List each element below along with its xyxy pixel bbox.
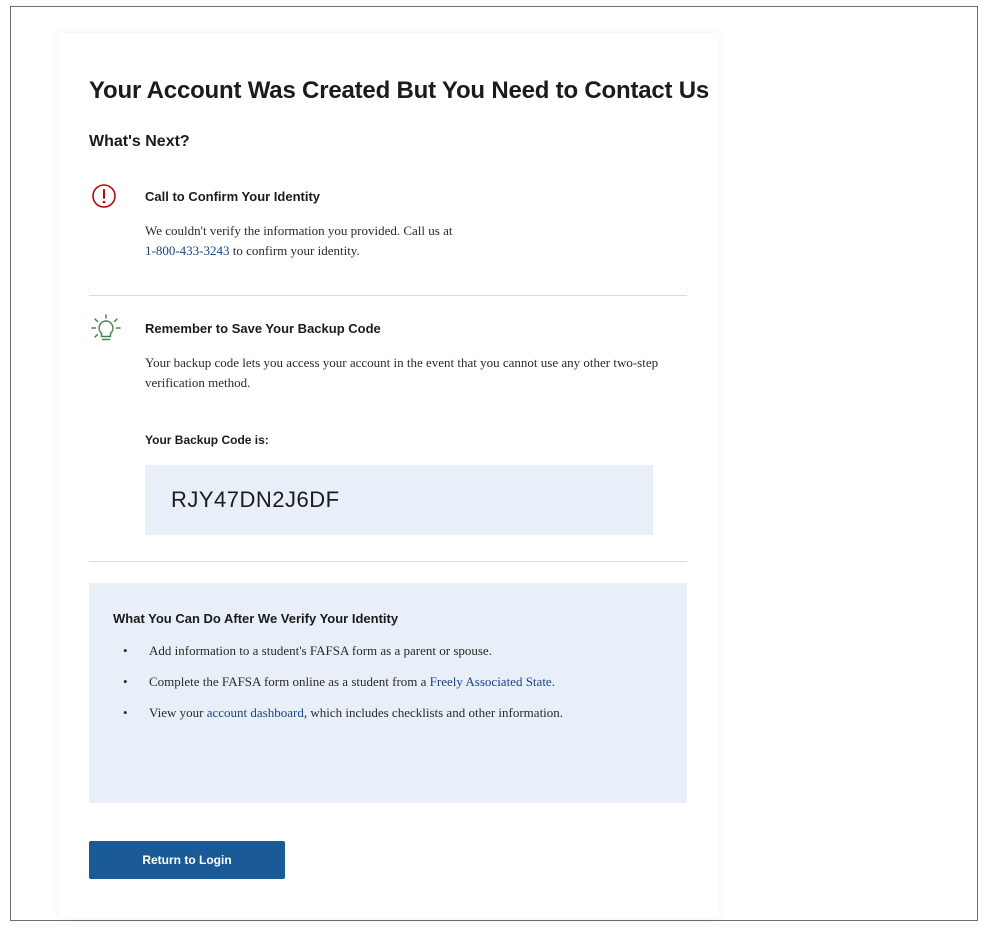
list-item: View your account dashboard, which inclu… [113, 704, 663, 722]
backup-code-heading: Remember to Save Your Backup Code [145, 321, 381, 336]
after-verify-title: What You Can Do After We Verify Your Ide… [113, 611, 399, 626]
list-item-text: . [551, 674, 555, 689]
alert-circle-icon [89, 181, 123, 211]
phone-link[interactable]: 1-800-433-3243 [145, 243, 230, 258]
page-title: Your Account Was Created But You Need to… [89, 77, 710, 104]
account-created-card: Your Account Was Created But You Need to… [59, 33, 719, 918]
list-item-text: Add information to a student's FAFSA for… [149, 643, 492, 658]
confirm-text-after: to confirm your identity. [229, 243, 360, 258]
account-dashboard-link[interactable]: account dashboard [207, 705, 304, 720]
after-verify-list: Add information to a student's FAFSA for… [113, 642, 663, 722]
confirm-text-before: We couldn't verify the information you p… [145, 223, 453, 238]
backup-code-text: Your backup code lets you access your ac… [145, 355, 659, 390]
return-to-login-button[interactable]: Return to Login [89, 841, 285, 879]
list-item: Add information to a student's FAFSA for… [113, 642, 663, 660]
section-divider [89, 295, 687, 296]
backup-code-value: RJY47DN2J6DF [171, 487, 340, 512]
whats-next-heading: What's Next? [89, 133, 190, 150]
confirm-identity-heading: Call to Confirm Your Identity [145, 189, 321, 204]
backup-code-box: RJY47DN2J6DF [145, 465, 653, 535]
lightbulb-icon [89, 313, 123, 343]
list-item-text: , which includes checklists and other in… [303, 705, 564, 720]
list-item: Complete the FAFSA form online as a stud… [113, 673, 663, 691]
backup-code-label: Your Backup Code is: [145, 433, 269, 447]
after-verify-panel: What You Can Do After We Verify Your Ide… [89, 583, 687, 803]
confirm-identity-text: We couldn't verify the information you p… [145, 221, 665, 261]
list-item-text: Complete the FAFSA form online as a stud… [149, 674, 430, 689]
list-item-text: View your [149, 705, 207, 720]
freely-associated-state-link[interactable]: Freely Associated State [430, 674, 552, 689]
screenshot-frame: Your Account Was Created But You Need to… [10, 6, 978, 921]
section-divider [89, 561, 687, 562]
